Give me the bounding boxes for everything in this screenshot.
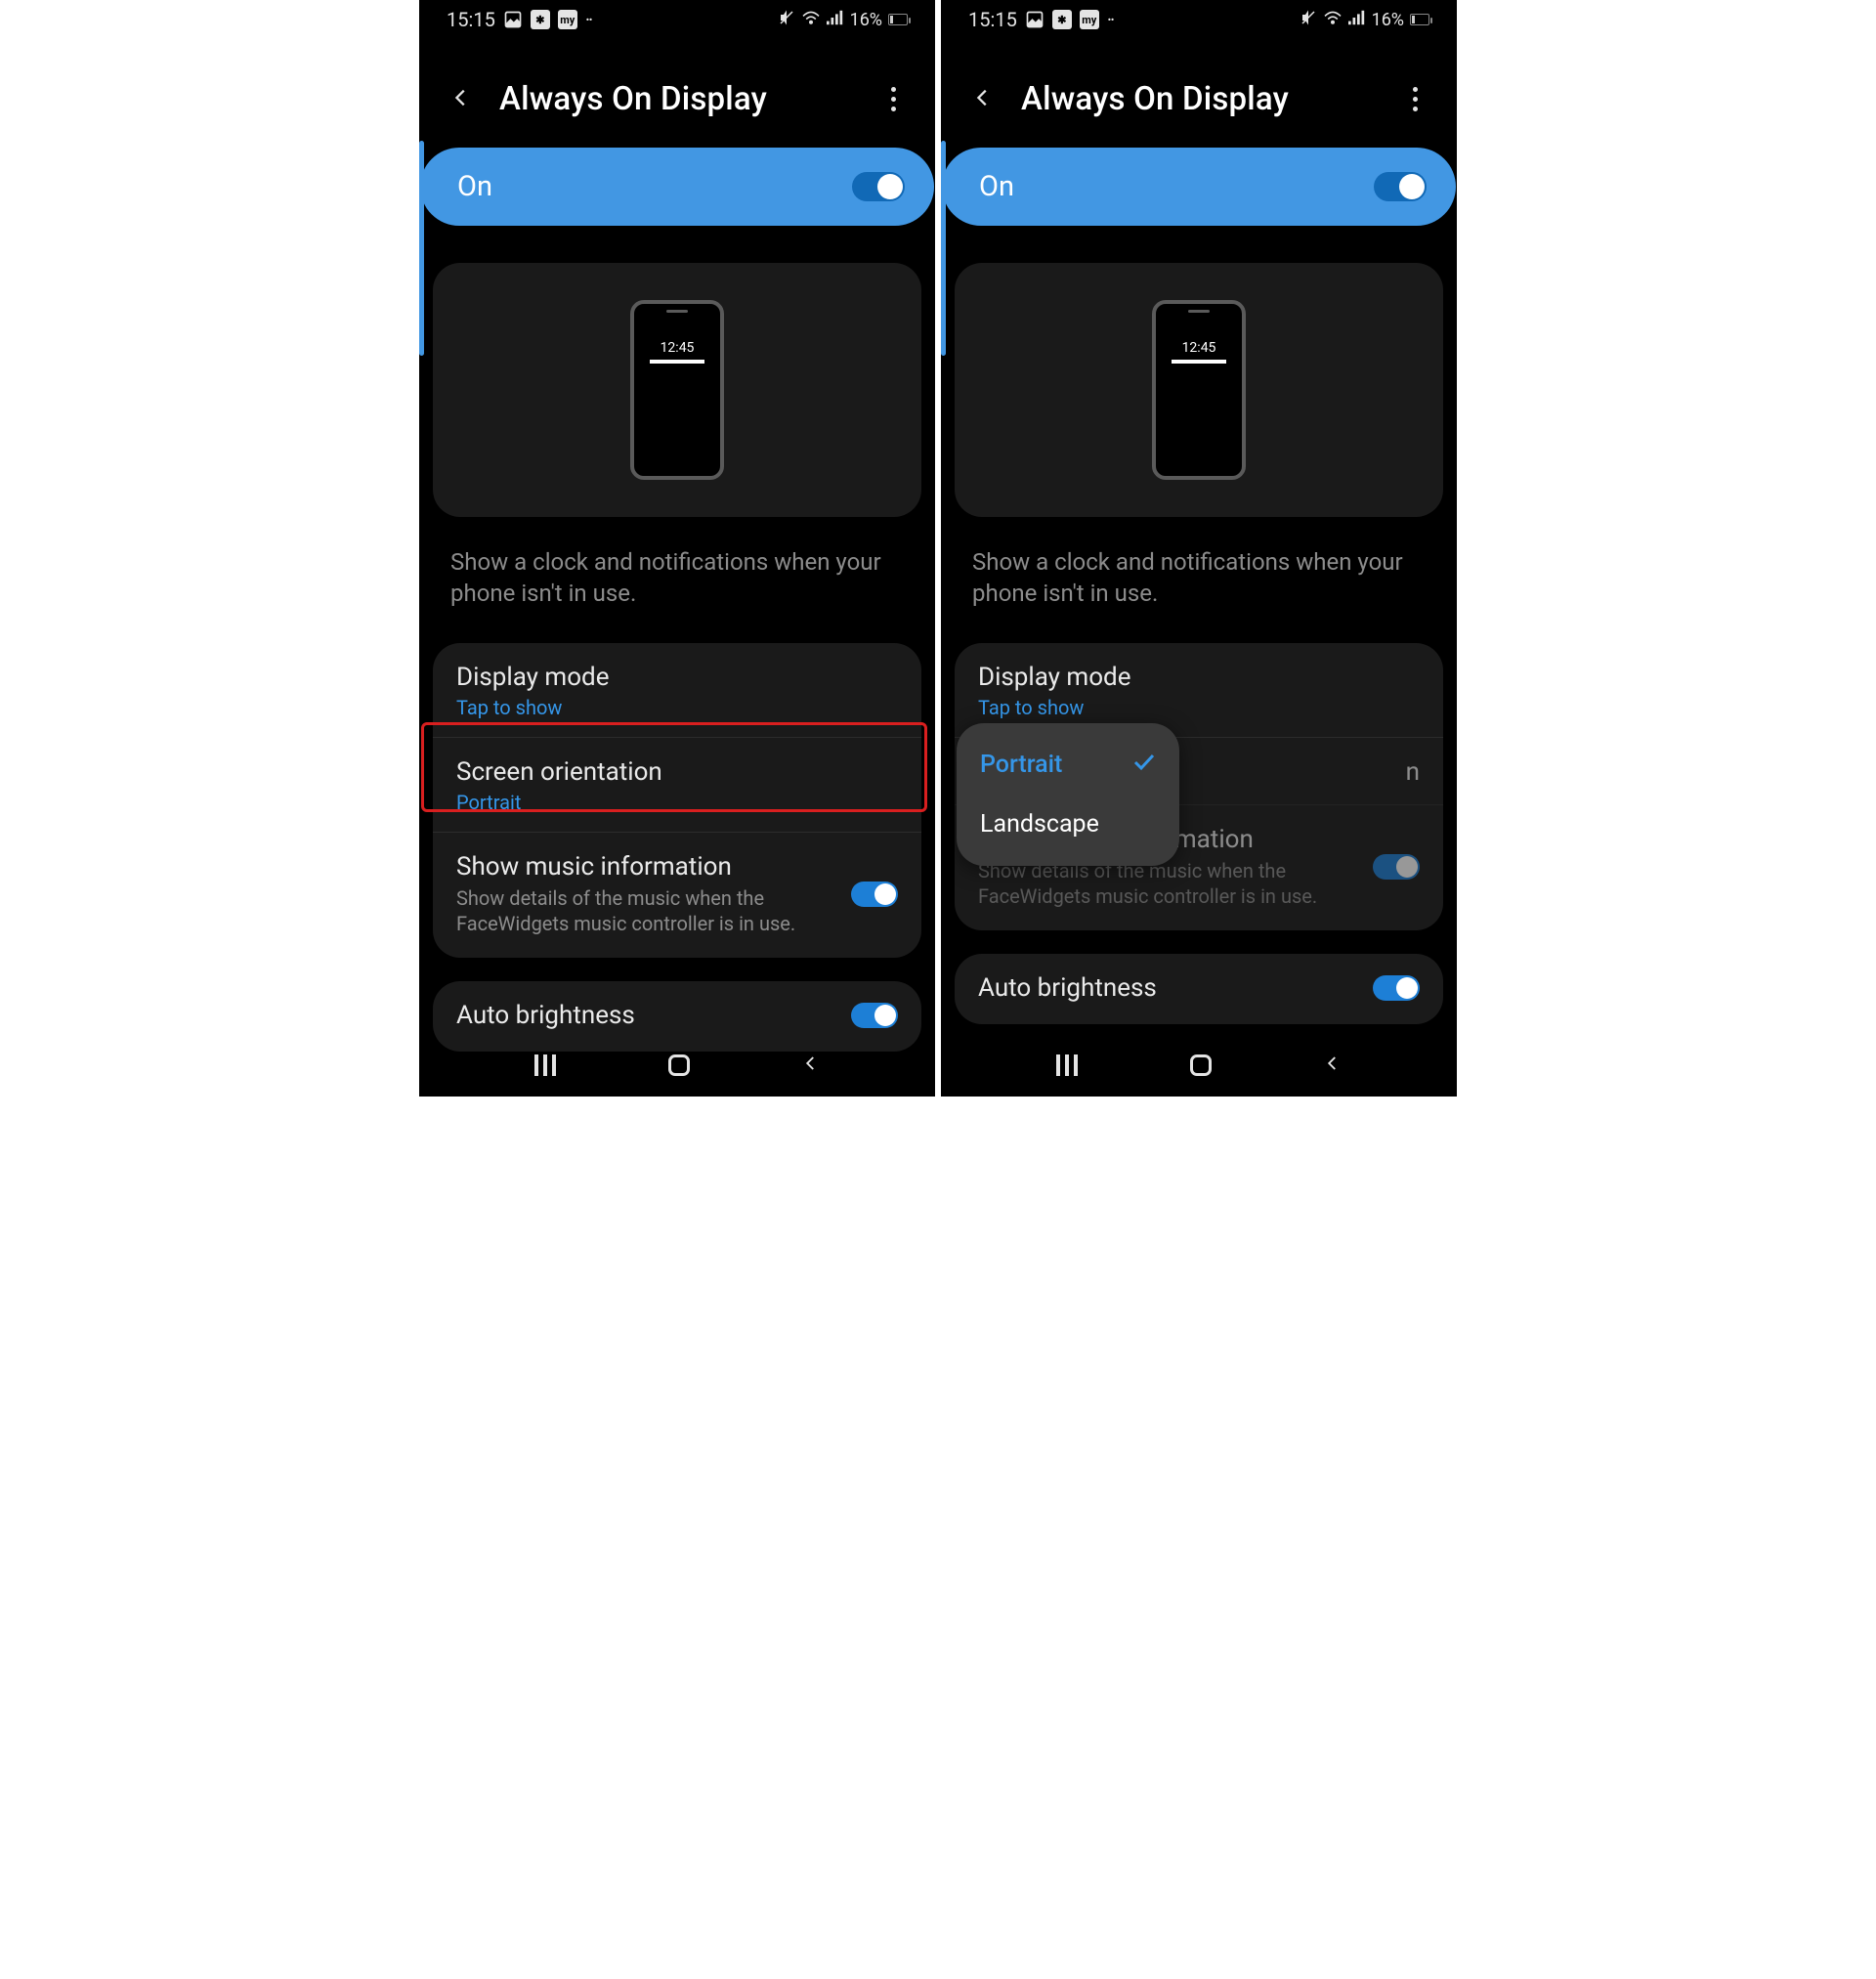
more-options-button[interactable]: [891, 87, 904, 111]
back-button[interactable]: [450, 84, 472, 115]
scroll-indicator: [941, 141, 946, 356]
nav-recent-button[interactable]: [534, 1054, 556, 1076]
status-bar: 15:15 ✱ my ·· 16%: [941, 0, 1457, 39]
app-header: Always On Display: [941, 39, 1457, 148]
music-info-toggle[interactable]: [1373, 854, 1420, 880]
display-mode-title: Display mode: [978, 663, 1420, 692]
more-options-button[interactable]: [1413, 87, 1426, 111]
orientation-popup: Portrait Landscape: [957, 723, 1179, 866]
nav-recent-button[interactable]: [1056, 1054, 1078, 1076]
display-mode-sub: Tap to show: [456, 696, 898, 719]
master-toggle-row[interactable]: On: [942, 148, 1456, 226]
screen-orientation-row[interactable]: Screen orientation Portrait: [433, 738, 921, 833]
navigation-bar: [941, 1034, 1457, 1097]
on-label: On: [457, 170, 492, 203]
slack-icon: ✱: [531, 10, 550, 29]
brightness-card: Auto brightness: [955, 954, 1443, 1024]
settings-card: Display mode Tap to show Screen orientat…: [433, 643, 921, 958]
app-header: Always On Display: [419, 39, 935, 148]
display-mode-row[interactable]: Display mode Tap to show: [433, 643, 921, 738]
battery-icon: [888, 14, 908, 25]
navigation-bar: [419, 1034, 935, 1097]
popup-option-label: Portrait: [980, 751, 1062, 779]
my-icon: my: [558, 10, 577, 29]
music-info-sub: Show details of the music when the FaceW…: [456, 885, 851, 936]
battery-icon: [1410, 14, 1429, 25]
check-icon: [1132, 751, 1156, 779]
my-icon: my: [1080, 10, 1099, 29]
master-toggle[interactable]: [852, 172, 905, 201]
display-mode-sub: Tap to show: [978, 696, 1420, 719]
nav-back-button[interactable]: [802, 1052, 820, 1079]
master-toggle[interactable]: [1374, 172, 1427, 201]
music-info-row[interactable]: Show music information Show details of t…: [433, 833, 921, 954]
auto-brightness-toggle[interactable]: [851, 1003, 898, 1028]
mute-icon: [778, 9, 795, 31]
image-icon: [503, 10, 523, 29]
auto-brightness-toggle[interactable]: [1373, 975, 1420, 1001]
screen-orientation-sub: Portrait: [456, 791, 898, 814]
slack-icon: ✱: [1052, 10, 1072, 29]
status-time: 15:15: [968, 8, 1017, 31]
battery-pct: 16%: [850, 10, 882, 30]
status-time: 15:15: [447, 8, 495, 31]
screen-orientation-title: Screen orientation: [456, 757, 898, 787]
popup-option-portrait[interactable]: Portrait: [957, 735, 1179, 795]
battery-pct: 16%: [1372, 10, 1404, 30]
auto-brightness-row[interactable]: Auto brightness: [955, 954, 1443, 1020]
wifi-icon: [1323, 10, 1343, 30]
phone-preview-icon: 12:45: [1152, 300, 1246, 480]
preview-clock: 12:45: [661, 340, 695, 356]
image-icon: [1025, 10, 1045, 29]
back-button[interactable]: [972, 84, 994, 115]
preview-card: 12:45: [955, 263, 1443, 517]
scroll-indicator: [419, 141, 424, 356]
preview-clock: 12:45: [1182, 340, 1216, 356]
on-label: On: [979, 170, 1014, 203]
phone-right: 15:15 ✱ my ·· 16%: [941, 0, 1457, 1097]
display-mode-title: Display mode: [456, 663, 898, 692]
description-text: Show a clock and notifications when your…: [419, 517, 935, 618]
preview-card: 12:45: [433, 263, 921, 517]
music-info-title: Show music information: [456, 852, 851, 882]
nav-back-button[interactable]: [1324, 1052, 1342, 1079]
page-title: Always On Display: [499, 80, 767, 118]
popup-option-landscape[interactable]: Landscape: [957, 795, 1179, 854]
signal-icon: [827, 10, 844, 30]
auto-brightness-title: Auto brightness: [978, 973, 1373, 1003]
more-notifications-icon: ··: [1107, 8, 1113, 31]
wifi-icon: [801, 10, 821, 30]
page-title: Always On Display: [1021, 80, 1289, 118]
phone-left: 15:15 ✱ my ·· 16%: [419, 0, 935, 1097]
status-bar: 15:15 ✱ my ·· 16%: [419, 0, 935, 39]
more-notifications-icon: ··: [585, 8, 591, 31]
nav-home-button[interactable]: [668, 1054, 690, 1076]
auto-brightness-title: Auto brightness: [456, 1001, 851, 1030]
popup-option-label: Landscape: [980, 810, 1099, 839]
nav-home-button[interactable]: [1190, 1054, 1212, 1076]
music-info-toggle[interactable]: [851, 882, 898, 907]
phone-preview-icon: 12:45: [630, 300, 724, 480]
signal-icon: [1348, 10, 1366, 30]
description-text: Show a clock and notifications when your…: [941, 517, 1457, 618]
master-toggle-row[interactable]: On: [420, 148, 934, 226]
mute-icon: [1300, 9, 1317, 31]
